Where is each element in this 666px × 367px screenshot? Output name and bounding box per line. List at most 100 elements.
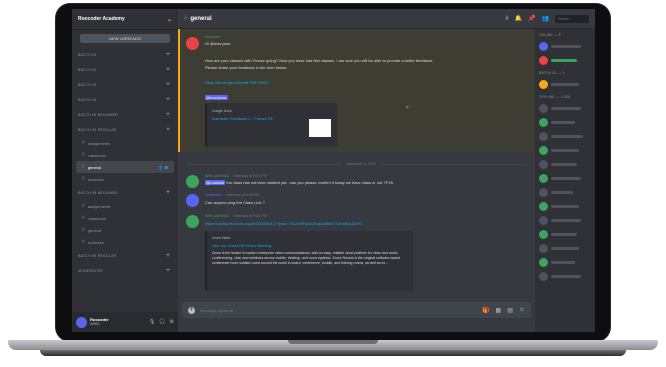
message-author[interactable]: Arlm_user9332 [205, 214, 229, 218]
message-author[interactable]: Jeffwitham [205, 193, 222, 197]
add-channel-icon[interactable]: + [166, 127, 170, 133]
avatar[interactable] [186, 194, 199, 207]
message-author[interactable]: Roocoder [205, 35, 221, 39]
gear-icon[interactable]: ⚙ [170, 319, 174, 325]
member-row[interactable] [535, 213, 595, 227]
category-batch-03[interactable]: BATCH 03 + [72, 77, 178, 92]
member-row[interactable] [535, 227, 595, 241]
close-icon[interactable]: × [406, 105, 409, 111]
avatar [539, 55, 548, 65]
add-channel-icon[interactable]: + [166, 268, 170, 274]
member-row[interactable] [535, 157, 595, 171]
embed-source: Zoom Video [212, 236, 231, 240]
member-group-header: BATCH 05 — 2 [539, 71, 565, 75]
category-moderator[interactable]: MODERATOR + [72, 263, 178, 278]
pin-icon[interactable]: 📌 [528, 15, 535, 22]
avatar [539, 271, 548, 281]
member-row[interactable] [535, 255, 595, 269]
add-channel-icon[interactable]: + [166, 67, 170, 73]
member-group-header: ONLINE — 6 [539, 33, 561, 37]
category-batch-06-regular[interactable]: BATCH 06 REGULAR + [72, 248, 178, 263]
add-channel-icon[interactable]: + [166, 52, 170, 58]
add-channel-icon[interactable]: + [166, 253, 170, 259]
member-row[interactable] [535, 129, 595, 143]
avatar[interactable] [186, 215, 199, 228]
category-batch-06-beginner[interactable]: BATCH 06 BEGINNER + [72, 185, 178, 200]
bell-icon[interactable]: 🔔 [515, 15, 522, 22]
member-row[interactable] [535, 101, 595, 115]
embed-title[interactable]: Join our Cloud HD Video Meeting [212, 243, 271, 248]
chevron-down-icon: ⌄ [166, 16, 172, 23]
member-row[interactable] [535, 53, 595, 67]
category-batch-04[interactable]: BATCH 04 + [72, 92, 178, 107]
search-input[interactable]: Search [555, 14, 589, 23]
category-batch-02[interactable]: BATCH 02 + [72, 62, 178, 77]
member-row[interactable] [535, 171, 595, 185]
channel-general-active[interactable]: # general 👤 ⚙ [76, 161, 174, 173]
add-channel-icon[interactable]: + [166, 97, 170, 103]
add-channel-icon[interactable]: + [166, 190, 170, 196]
channel-classroom[interactable]: # classroom [72, 149, 178, 161]
avatar [539, 131, 548, 141]
headphones-icon[interactable]: 🎧 [159, 319, 165, 325]
avatar [539, 117, 548, 127]
link-embed[interactable]: Zoom Video Join our Cloud HD Video Meeti… [205, 231, 413, 291]
gif-icon[interactable]: ▦ [496, 307, 502, 314]
embed-title[interactable]: Instructor Feedback 2 - Franze RL [212, 116, 273, 121]
message-author[interactable]: Arlm_user9332 [205, 174, 229, 178]
channel-assignments[interactable]: # assignments [72, 200, 178, 212]
server-header[interactable]: Roocoder Academy ⌄ [72, 9, 178, 30]
avatar[interactable] [186, 175, 199, 188]
message-text: How are your classes with Franze going? … [205, 58, 434, 63]
channel-settings-icon[interactable]: 👤 ⚙ [158, 165, 168, 170]
member-row[interactable] [535, 143, 595, 157]
gift-icon[interactable]: 🎁 [482, 307, 489, 314]
member-row[interactable] [535, 269, 595, 283]
sticker-icon[interactable]: ▤ [507, 307, 513, 314]
avatar [539, 243, 548, 253]
member-row[interactable] [535, 77, 595, 91]
member-row[interactable] [535, 115, 595, 129]
add-attachment-icon[interactable]: + [188, 306, 195, 314]
channel-schedule[interactable]: # schedule [72, 236, 178, 248]
channel-general[interactable]: # general [72, 224, 178, 236]
message-input[interactable]: Message #general [200, 308, 233, 313]
member-row[interactable] [535, 39, 595, 53]
category-batch-05-regular[interactable]: BATCH 05 REGULAR + [72, 122, 178, 137]
microphone-icon[interactable]: 🎙 [149, 319, 155, 325]
channel-assignments[interactable]: # assignments [72, 137, 178, 149]
member-row[interactable] [535, 241, 595, 255]
hash-icon: # [82, 215, 85, 221]
add-channel-icon[interactable]: + [166, 82, 170, 88]
message-timestamp: Yesterday at 9:08 PM [232, 214, 267, 218]
embed-source: Google Docs [212, 109, 232, 113]
add-channel-icon[interactable]: + [166, 112, 170, 118]
emoji-icon[interactable]: ☺ [519, 307, 525, 314]
category-batch-01[interactable]: BATCH 01 + [72, 47, 178, 62]
message-link[interactable]: https://forms.gle/XNwvMTSRYWsH [205, 80, 268, 85]
channel-sidebar: Roocoder Academy ⌄ NEW UNREADS BATCH 01 +… [72, 9, 178, 332]
mention-tag[interactable]: @everyone [205, 95, 228, 100]
hash-icon: # [82, 140, 85, 146]
members-icon[interactable]: 👥 [542, 15, 549, 22]
message-list: Roocoder Hi @everyone, How are your clas… [178, 29, 535, 302]
link-embed[interactable]: Google Docs Instructor Feedback 2 - Fran… [205, 103, 337, 147]
message-text: Can anyone ping the Class Link ? [205, 200, 265, 205]
channel-header: # general # 🔔 📌 👥 Search [178, 9, 595, 29]
avatar [539, 41, 548, 51]
message-composer[interactable]: + Message #general 🎁 ▦ ▤ ☺ [182, 302, 531, 318]
threads-icon[interactable]: # [505, 16, 508, 22]
member-row[interactable] [535, 185, 595, 199]
message-link[interactable]: https://us06web.zoom.us/j/84323851437?pw… [205, 221, 362, 226]
avatar [539, 229, 548, 239]
hash-icon: # [82, 227, 85, 233]
laptop-foot [40, 350, 626, 356]
laptop-notch [288, 340, 378, 344]
category-batch-05-beginner[interactable]: BATCH 05 BEGINNER + [72, 107, 178, 122]
member-row[interactable] [535, 199, 595, 213]
channel-schedule[interactable]: # schedule [72, 173, 178, 185]
channel-classroom[interactable]: # classroom [72, 212, 178, 224]
avatar[interactable] [76, 316, 87, 328]
new-unreads-button[interactable]: NEW UNREADS [80, 34, 170, 43]
avatar[interactable] [186, 37, 199, 50]
